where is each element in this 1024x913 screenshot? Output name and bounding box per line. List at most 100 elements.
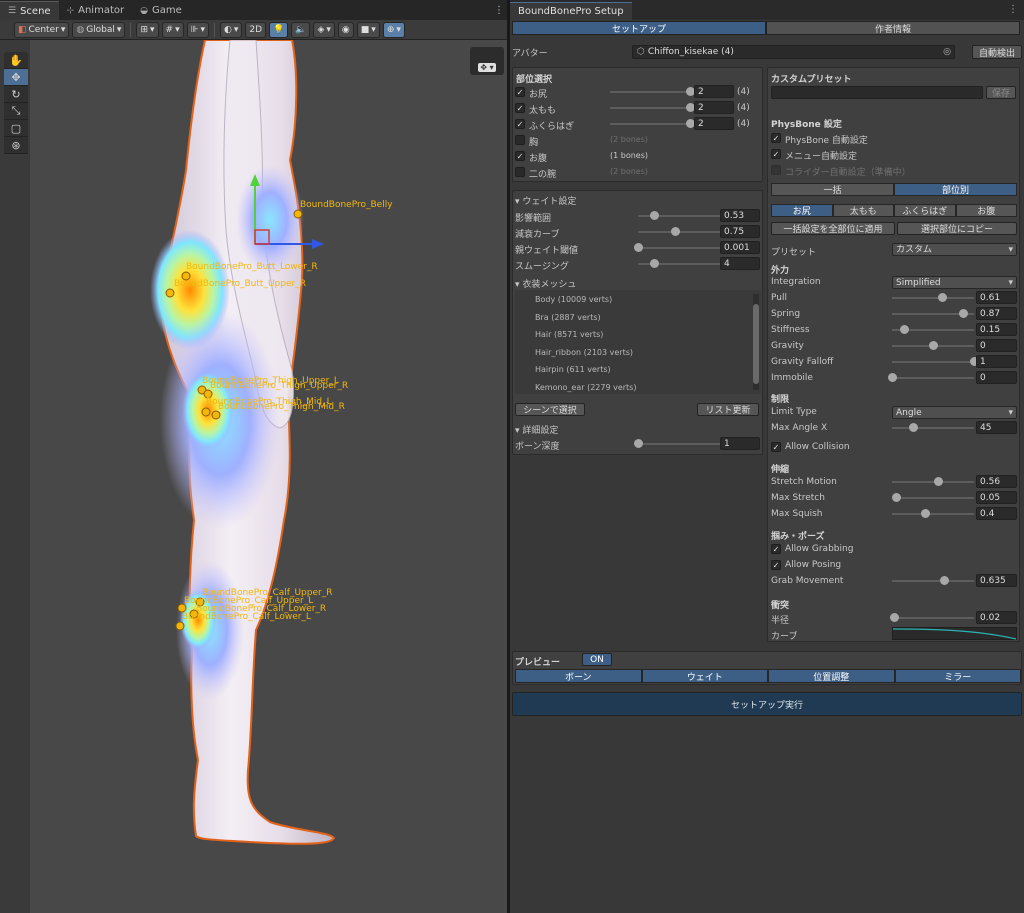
- bone-depth-field[interactable]: 1: [720, 437, 760, 450]
- grab-movement-slider[interactable]: [892, 576, 974, 586]
- mesh-item[interactable]: Hair_ribbon (2103 verts): [535, 348, 633, 357]
- param-slider[interactable]: [892, 341, 974, 351]
- part-checkbox[interactable]: ✓: [515, 87, 525, 97]
- tab-preview-weight[interactable]: ウェイト: [641, 669, 768, 683]
- detail-foldout[interactable]: ▾ 詳細設定: [515, 423, 558, 436]
- mesh-list-scrollbar[interactable]: [753, 294, 759, 390]
- param-field[interactable]: 0.61: [976, 291, 1017, 304]
- part-level-field[interactable]: 2: [694, 117, 734, 130]
- allow-grabbing-checkbox[interactable]: ✓: [771, 544, 781, 554]
- weight-setting-field[interactable]: 0.001: [720, 241, 760, 254]
- transform-tool[interactable]: ⊛: [4, 137, 28, 154]
- part-level-field[interactable]: 2: [694, 101, 734, 114]
- part-checkbox[interactable]: ✓: [515, 151, 525, 161]
- tab-mode-per-part[interactable]: 部位別: [894, 183, 1017, 196]
- mesh-item[interactable]: Hair (8571 verts): [535, 330, 603, 339]
- orientation-gizmo[interactable]: ✥ ▾: [470, 47, 504, 75]
- radius-field[interactable]: 0.02: [976, 611, 1017, 624]
- effects-dropdown[interactable]: ◈ ▾: [313, 21, 335, 38]
- move-tool[interactable]: ✥: [4, 69, 28, 86]
- param-field[interactable]: 0.4: [976, 507, 1017, 520]
- weight-setting-slider[interactable]: [634, 243, 720, 253]
- tab-part-thigh[interactable]: 太もも: [832, 204, 894, 217]
- param-field[interactable]: 0.05: [976, 491, 1017, 504]
- refresh-list-button[interactable]: リスト更新: [697, 403, 759, 416]
- tab-author-info[interactable]: 作者情報: [766, 21, 1020, 35]
- part-level-field[interactable]: 2: [694, 85, 734, 98]
- physbone-option-checkbox[interactable]: ✓: [771, 149, 781, 159]
- tab-part-butt[interactable]: お尻: [771, 204, 833, 217]
- bone-depth-slider[interactable]: [634, 439, 720, 449]
- space-dropdown[interactable]: ◍ Global ▾: [72, 21, 126, 38]
- pivot-dropdown[interactable]: ◧ Center ▾: [14, 21, 70, 38]
- tab-setup[interactable]: セットアップ: [512, 21, 766, 35]
- mesh-item[interactable]: Kemono_ear (2279 verts): [535, 383, 636, 392]
- scrollbar-thumb[interactable]: [753, 304, 759, 384]
- part-checkbox[interactable]: ✓: [515, 119, 525, 129]
- increment-snap-button[interactable]: ⊪ ▾: [186, 21, 209, 38]
- window-title-tab[interactable]: BoundBonePro Setup: [510, 2, 632, 20]
- param-slider[interactable]: [892, 509, 974, 519]
- param-field[interactable]: 0: [976, 371, 1017, 384]
- weight-setting-slider[interactable]: [638, 211, 720, 221]
- mesh-item[interactable]: Body (10009 verts): [535, 295, 612, 304]
- part-level-slider[interactable]: [610, 103, 695, 113]
- weight-setting-field[interactable]: 0.53: [720, 209, 760, 222]
- draw-mode-button[interactable]: ◐ ▾: [219, 21, 243, 38]
- grid-visibility-button[interactable]: # ▾: [161, 21, 184, 38]
- weight-foldout[interactable]: ▾ ウェイト設定: [515, 194, 576, 207]
- tab-game[interactable]: ◒ Game: [132, 1, 190, 20]
- param-slider[interactable]: [892, 325, 974, 335]
- mesh-item[interactable]: Bra (2887 verts): [535, 313, 601, 322]
- grab-movement-field[interactable]: 0.635: [976, 574, 1017, 587]
- run-setup-button[interactable]: セットアップ実行: [512, 692, 1022, 716]
- audio-toggle[interactable]: 🔈: [291, 21, 311, 38]
- radius-curve-field[interactable]: [892, 627, 1017, 640]
- allow-collision-checkbox[interactable]: ✓: [771, 442, 781, 452]
- radius-slider[interactable]: [889, 613, 974, 623]
- param-slider[interactable]: [892, 493, 974, 503]
- part-checkbox[interactable]: [515, 135, 525, 145]
- integration-dropdown[interactable]: Simplified: [892, 276, 1017, 289]
- costume-mesh-list[interactable]: Body (10009 verts) Bra (2887 verts) Hair (…: [515, 290, 761, 394]
- max-angle-slider[interactable]: [892, 423, 974, 433]
- param-field[interactable]: 0.87: [976, 307, 1017, 320]
- object-picker-icon[interactable]: ◎: [943, 47, 951, 57]
- preview-toggle[interactable]: ON: [582, 653, 612, 666]
- copy-to-selected-button[interactable]: 選択部位にコピー: [897, 222, 1017, 235]
- toggle-2d-button[interactable]: 2D: [245, 21, 267, 38]
- tab-part-belly[interactable]: お腹: [955, 204, 1017, 217]
- weight-setting-field[interactable]: 0.75: [720, 225, 760, 238]
- camera-dropdown[interactable]: ■ ▾: [356, 21, 380, 38]
- gizmos-dropdown[interactable]: ⊕ ▾: [382, 21, 405, 38]
- scale-tool[interactable]: ⤡: [4, 103, 28, 120]
- part-checkbox[interactable]: ✓: [515, 103, 525, 113]
- avatar-field[interactable]: ⬡ Chiffon_kisekae (4) ◎: [632, 45, 955, 59]
- param-slider[interactable]: [892, 293, 974, 303]
- param-slider[interactable]: [892, 309, 974, 319]
- weight-setting-slider[interactable]: [638, 227, 720, 237]
- hidden-objects-toggle[interactable]: ◉: [337, 21, 354, 38]
- scene-menu-kebab[interactable]: ⋮: [490, 1, 508, 20]
- param-slider[interactable]: [892, 357, 979, 367]
- auto-detect-button[interactable]: 自動検出: [972, 45, 1022, 59]
- part-level-slider[interactable]: [610, 87, 695, 97]
- physbone-option-checkbox[interactable]: [771, 165, 781, 175]
- allow-posing-checkbox[interactable]: ✓: [771, 560, 781, 570]
- scene-viewport[interactable]: BoundBonePro_Belly BoundBonePro_Butt_Low…: [30, 40, 508, 913]
- param-field[interactable]: 0: [976, 339, 1017, 352]
- save-preset-button[interactable]: 保存: [986, 86, 1016, 99]
- rotate-tool[interactable]: ↻: [4, 86, 28, 103]
- tab-preview-bones[interactable]: ボーン: [515, 669, 642, 683]
- tab-preview-mirror[interactable]: ミラー: [894, 669, 1021, 683]
- tab-scene[interactable]: ☰ Scene: [0, 1, 59, 20]
- rect-tool[interactable]: ▢: [4, 120, 28, 137]
- preset-name-field[interactable]: [771, 86, 983, 99]
- weight-setting-field[interactable]: 4: [720, 257, 760, 270]
- tab-animator[interactable]: ⊹ Animator: [59, 1, 133, 20]
- tab-mode-all[interactable]: 一括: [771, 183, 894, 196]
- select-in-scene-button[interactable]: シーンで選択: [515, 403, 585, 416]
- grid-snap-button[interactable]: ⊞ ▾: [136, 21, 159, 38]
- weight-setting-slider[interactable]: [638, 259, 720, 269]
- part-level-slider[interactable]: [610, 119, 695, 129]
